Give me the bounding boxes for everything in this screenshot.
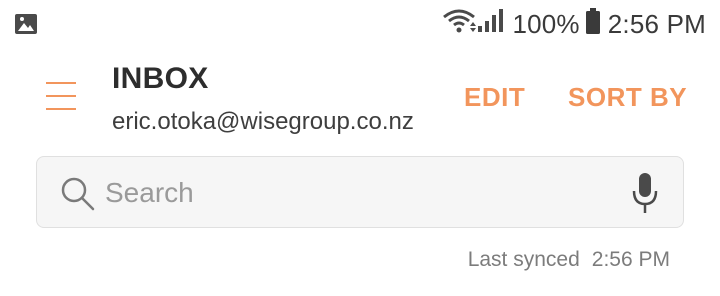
inbox-header: INBOX eric.otoka@wisegroup.co.nz EDIT SO…: [0, 48, 720, 148]
last-synced-time: 2:56 PM: [591, 248, 670, 271]
battery-icon: [585, 7, 600, 41]
search-icon: [59, 175, 97, 213]
battery-percent: 100%: [512, 8, 580, 39]
search-input[interactable]: [105, 171, 625, 215]
page-title: INBOX: [112, 62, 209, 95]
image-icon: [14, 12, 38, 36]
sort-by-button[interactable]: SORT BY: [568, 82, 687, 113]
hamburger-menu-icon[interactable]: [46, 78, 76, 114]
microphone-icon[interactable]: [631, 171, 659, 215]
search-bar[interactable]: [36, 156, 684, 228]
last-synced: Last synced 2:56 PM: [468, 248, 670, 272]
edit-button[interactable]: EDIT: [464, 82, 525, 113]
status-time: 2:56 PM: [607, 8, 706, 39]
wifi-icon: [442, 8, 477, 41]
status-icons: 100% 2:56 PM: [442, 7, 706, 41]
last-synced-label: Last synced: [467, 248, 580, 271]
account-email: eric.otoka@wisegroup.co.nz: [112, 108, 414, 135]
status-bar: 100% 2:56 PM: [0, 0, 720, 48]
signal-icon: [476, 8, 504, 41]
